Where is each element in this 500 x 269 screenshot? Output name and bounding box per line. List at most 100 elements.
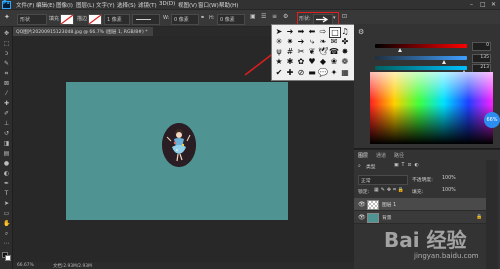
green-value[interactable]: 135 xyxy=(472,54,491,63)
minimize-icon[interactable]: – xyxy=(470,1,473,8)
menu-filter[interactable]: 滤镜(T) xyxy=(138,1,157,9)
custom-shape-tool-icon[interactable]: ✦ xyxy=(4,13,10,21)
menu-image[interactable]: 图像(I) xyxy=(56,1,73,9)
tab-layers[interactable]: 图层 xyxy=(358,152,368,159)
shape-phone-icon[interactable]: ☎ xyxy=(329,47,339,56)
shape-talk-bubble-icon[interactable]: ✦ xyxy=(329,68,339,77)
path-alignment-icon[interactable]: ☰ xyxy=(261,13,266,20)
blue-slider[interactable] xyxy=(375,66,467,70)
menu-3d[interactable]: 3D(D) xyxy=(159,1,175,7)
lasso-tool-icon[interactable]: ↄ xyxy=(3,51,10,57)
background-color-swatch[interactable] xyxy=(5,255,11,261)
pen-tool-icon[interactable]: ✒ xyxy=(3,181,10,187)
clone-stamp-tool-icon[interactable]: ⊥ xyxy=(3,121,10,127)
shape-sparkle-icon[interactable]: ✳ xyxy=(274,37,284,46)
tool-mode-select[interactable]: 形状 xyxy=(17,14,47,25)
more-tools-icon[interactable]: ⋯ xyxy=(3,241,10,247)
brush-tool-icon[interactable]: ✐ xyxy=(3,111,10,117)
shape-grass-icon[interactable]: ψ xyxy=(274,47,284,56)
marquee-tool-icon[interactable]: ⬚ xyxy=(3,41,10,47)
shape-arrow-double-icon[interactable]: ⇨ xyxy=(318,27,328,36)
shape-fan-icon[interactable]: ❀ xyxy=(329,57,339,66)
settings-gear-icon[interactable]: ⚙ xyxy=(283,13,288,20)
lock-icons[interactable]: ▦✎✥⌗🔒 xyxy=(374,187,406,193)
stroke-swatch[interactable] xyxy=(88,14,102,25)
menu-layer[interactable]: 图层(L) xyxy=(76,1,94,9)
zoom-level[interactable]: 66.67% xyxy=(17,263,34,268)
layer-row[interactable]: 👁 图层 1 xyxy=(354,198,486,211)
crop-tool-icon[interactable]: ⌗ xyxy=(3,71,10,77)
shape-music-note-icon[interactable]: ♫ xyxy=(340,27,350,36)
gradient-tool-icon[interactable]: ▤ xyxy=(3,151,10,157)
align-edges-icon[interactable]: ⊡ xyxy=(342,13,347,20)
shape-checker-icon[interactable]: ▦ xyxy=(340,68,350,77)
stroke-type-select[interactable] xyxy=(132,14,160,25)
menu-file[interactable]: 文件(F) xyxy=(16,1,34,9)
menu-window[interactable]: 窗口(W) xyxy=(198,1,219,9)
layer-row[interactable]: 👁 背景 🔒 xyxy=(354,211,486,224)
menu-type[interactable]: 文字(Y) xyxy=(96,1,115,9)
eraser-tool-icon[interactable]: ◨ xyxy=(3,141,10,147)
shape-bird-icon[interactable]: 🕊 xyxy=(318,47,328,56)
document-tab[interactable]: QQ图片20200915123048.jpg @ 66.7% (图层 1, RG… xyxy=(13,27,153,36)
dodge-tool-icon[interactable]: ◐ xyxy=(3,171,10,177)
panel-settings-icon[interactable]: ⚙ xyxy=(358,28,364,36)
zoom-tool-icon[interactable]: ⌕ xyxy=(3,231,10,237)
visibility-eye-icon[interactable]: 👁 xyxy=(358,201,366,208)
maximize-icon[interactable]: □ xyxy=(480,1,486,8)
green-slider-thumb[interactable] xyxy=(442,60,446,64)
red-slider[interactable] xyxy=(375,44,467,48)
shape-plus-icon[interactable]: ✚ xyxy=(285,68,295,77)
shape-paw-icon[interactable]: ✿ xyxy=(296,57,306,66)
shape-clover-icon[interactable]: ✤ xyxy=(340,37,350,46)
color-spectrum[interactable] xyxy=(370,72,493,144)
shape-arrow-curve-icon[interactable]: ➜ xyxy=(285,27,295,36)
shape-flower-icon[interactable]: ❁ xyxy=(340,57,350,66)
shape-arrow-sharp-icon[interactable]: ➤ xyxy=(274,27,284,36)
history-brush-tool-icon[interactable]: ↺ xyxy=(3,131,10,137)
path-arrangement-icon[interactable]: ≡ xyxy=(272,13,277,20)
fill-swatch[interactable] xyxy=(60,14,74,25)
shape-badge-icon[interactable]: ✱ xyxy=(285,57,295,66)
stroke-width-input[interactable]: 1 像素 xyxy=(104,14,130,25)
green-slider[interactable] xyxy=(375,56,467,60)
blur-tool-icon[interactable]: ● xyxy=(3,161,10,167)
shape-arrow-right-icon[interactable]: ➔ xyxy=(296,37,306,46)
shape-heart-icon[interactable]: ♥ xyxy=(307,57,317,66)
shape-arrow-fat-icon[interactable]: ➡ xyxy=(296,27,306,36)
shape-speech-bubble-icon[interactable]: 💬 xyxy=(318,68,328,77)
tab-paths[interactable]: 路径 xyxy=(394,152,404,159)
layer-name[interactable]: 背景 xyxy=(382,214,392,221)
menu-help[interactable]: 帮助(H) xyxy=(219,1,238,9)
path-select-tool-icon[interactable]: ➤ xyxy=(3,201,10,207)
type-tool-icon[interactable]: T xyxy=(3,191,10,197)
shape-tool-icon[interactable]: ▭ xyxy=(3,211,10,217)
kind-filter[interactable]: 类型 xyxy=(366,163,376,170)
quick-select-tool-icon[interactable]: ✎ xyxy=(3,61,10,67)
path-operations-icon[interactable]: ▣ xyxy=(250,13,256,20)
red-value[interactable]: 0 xyxy=(472,42,491,51)
shape-leaf-icon[interactable]: ❦ xyxy=(307,47,317,56)
search-icon[interactable]: ⌕ xyxy=(358,163,361,169)
shape-scissors-icon[interactable]: ✂ xyxy=(296,47,306,56)
shape-envelope-icon[interactable]: ✉ xyxy=(329,37,339,46)
fill-value[interactable]: 100% xyxy=(442,188,456,193)
shape-no-sign-icon[interactable]: ⊘ xyxy=(296,68,306,77)
frame-tool-icon[interactable]: ⊠ xyxy=(3,81,10,87)
opacity-value[interactable]: 100% xyxy=(442,176,456,181)
filter-icons[interactable]: ▣T⊡◐ xyxy=(394,163,422,168)
menu-select[interactable]: 选择(S) xyxy=(117,1,136,9)
shape-hash-icon[interactable]: # xyxy=(285,47,295,56)
shape-star-icon[interactable]: ★ xyxy=(274,57,284,66)
shape-arrow-banner-icon[interactable]: ⬅ xyxy=(307,27,317,36)
shape-arrow-turn-icon[interactable]: ⤷ xyxy=(307,37,317,46)
shape-light-icon[interactable]: ✸ xyxy=(340,47,350,56)
layer-name[interactable]: 图层 1 xyxy=(382,201,396,208)
healing-brush-tool-icon[interactable]: ✚ xyxy=(3,101,10,107)
shape-check-icon[interactable]: ✔ xyxy=(274,68,284,77)
shape-banner-icon[interactable]: ▬ xyxy=(307,68,317,77)
eyedropper-tool-icon[interactable]: ⁄ xyxy=(3,91,10,97)
link-icon[interactable]: ⚭ xyxy=(200,14,205,21)
menu-edit[interactable]: 编辑(E) xyxy=(36,1,55,9)
shape-diamond-icon[interactable]: ◆ xyxy=(318,57,328,66)
